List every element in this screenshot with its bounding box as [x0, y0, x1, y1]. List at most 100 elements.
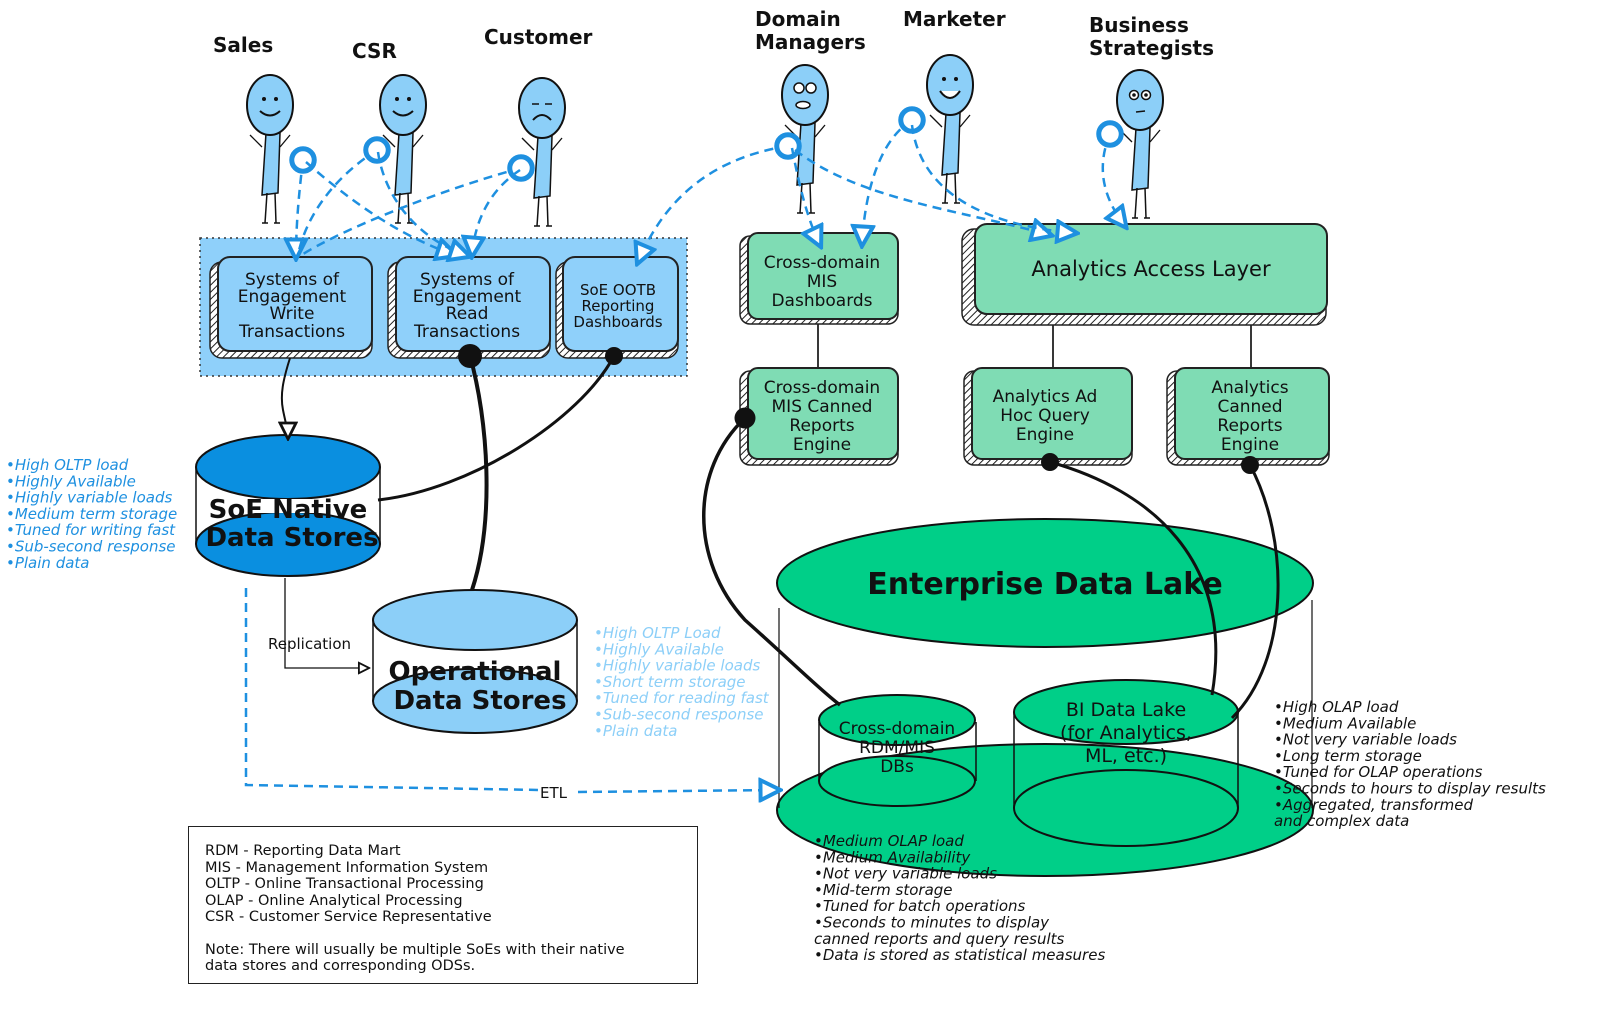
- bi-note-item: •Seconds to hours to display results: [1274, 780, 1546, 798]
- analytics-canned-reports-box[interactable]: Analytics Canned Reports Engine: [1166, 367, 1330, 466]
- soe-write-line-4: Transactions: [238, 322, 345, 342]
- persona-label-business-strategists-1: Business: [1089, 13, 1189, 37]
- soe-native-note-item: •Highly variable loads: [6, 489, 172, 507]
- analytics-canned-line-3: Reports: [1217, 416, 1282, 436]
- analytics-access-layer-label: Analytics Access Layer: [1031, 257, 1271, 281]
- flow-native-to-ootb: [377, 347, 623, 502]
- etl-label: ETL: [540, 784, 568, 802]
- rdm-note-item: •Seconds to minutes to display: [814, 914, 1050, 932]
- soe-write-transactions-box[interactable]: Systems of Engagement Write Transactions: [209, 256, 373, 359]
- bi-note-item: •Not very variable loads: [1274, 731, 1457, 749]
- persona-label-marketer: Marketer: [903, 7, 1006, 31]
- replication-label: Replication: [268, 635, 351, 653]
- ods-note-item: •Plain data: [594, 722, 677, 740]
- soe-native-note-item: •Highly Available: [6, 472, 136, 490]
- bi-note-item: •Long term storage: [1274, 747, 1422, 765]
- bi-note-item: •Aggregated, transformed: [1274, 796, 1473, 814]
- persona-label-domain-managers-1: Domain: [755, 7, 841, 31]
- mis-canned-line-4: Engine: [793, 435, 851, 455]
- soe-native-note-item: •Medium term storage: [6, 505, 177, 523]
- bi-line-2: (for Analytics,: [1060, 722, 1192, 744]
- legend-item: RDM - Reporting Data Mart: [205, 843, 401, 859]
- soe-read-transactions-box[interactable]: Systems of Engagement Read Transactions: [387, 256, 551, 359]
- ods-characteristics: •High OLTP Load•Highly Available•Highly …: [594, 624, 770, 740]
- mis-dashboards-line-1: Cross-domain: [764, 253, 880, 273]
- bi-note-item: •Tuned for OLAP operations: [1274, 763, 1483, 781]
- mis-canned-line-3: Reports: [789, 416, 854, 436]
- rdm-note-item: canned reports and query results: [814, 930, 1065, 948]
- mis-canned-line-2: MIS Canned: [772, 397, 873, 417]
- adhoc-line-3: Engine: [1016, 425, 1074, 445]
- soe-native-line-1: SoE Native: [209, 495, 368, 525]
- soe-read-line-4: Transactions: [413, 322, 520, 342]
- bi-line-3: ML, etc.): [1085, 745, 1167, 767]
- ods-line-1: Operational: [389, 657, 562, 687]
- soe-native-note-item: •Tuned for writing fast: [6, 521, 176, 539]
- operational-data-stores-cylinder[interactable]: Operational Data Stores: [372, 589, 578, 734]
- flow-marketer-to-dashboards: [862, 120, 912, 244]
- soe-native-note-item: •Sub-second response: [6, 538, 176, 556]
- soe-native-data-stores-cylinder[interactable]: SoE Native Data Stores: [195, 434, 381, 577]
- soe-ootb-dashboards-box[interactable]: SoE OOTB Reporting Dashboards: [555, 256, 679, 359]
- legend-item: OLAP - Online Analytical Processing: [205, 892, 463, 909]
- rdm-note-item: •Medium OLAP load: [814, 832, 964, 850]
- flow-domain-to-access: [794, 149, 1050, 235]
- bi-line-1: BI Data Lake: [1066, 699, 1186, 721]
- analytics-canned-line-1: Analytics: [1211, 378, 1288, 398]
- flow-strategists-to-access: [1103, 134, 1125, 226]
- bi-note-item: and complex data: [1274, 812, 1409, 830]
- bi-note-item: •High OLAP load: [1274, 698, 1399, 716]
- soe-native-characteristics: •High OLTP load•Highly Available•Highly …: [6, 456, 177, 572]
- edl-title: Enterprise Data Lake: [867, 567, 1223, 602]
- rdm-note-item: •Not very variable loads: [814, 865, 997, 883]
- bi-data-lake-characteristics: •High OLAP load•Medium Available•Not ver…: [1274, 698, 1546, 830]
- ods-note-item: •Highly variable loads: [594, 657, 760, 675]
- ods-note-item: •Short term storage: [594, 673, 746, 691]
- rdm-note-item: •Tuned for batch operations: [814, 897, 1026, 915]
- ods-line-2: Data Stores: [393, 686, 566, 716]
- soe-ootb-line-3: Dashboards: [573, 313, 662, 331]
- persona-business-strategists-icon: [1116, 69, 1164, 219]
- bi-note-item: •Medium Available: [1274, 714, 1416, 732]
- mis-canned-reports-box[interactable]: Cross-domain MIS Canned Reports Engine: [739, 367, 899, 466]
- persona-customer-icon: [518, 77, 566, 227]
- analytics-access-layer-box[interactable]: Analytics Access Layer: [961, 223, 1328, 326]
- persona-label-sales: Sales: [213, 33, 273, 57]
- mis-dashboards-box[interactable]: Cross-domain MIS Dashboards: [739, 232, 899, 325]
- legend-note-line-1: Note: There will usually be multiple SoE…: [205, 941, 625, 958]
- ods-note-item: •Tuned for reading fast: [594, 689, 770, 707]
- analytics-canned-line-2: Canned: [1217, 397, 1282, 417]
- persona-domain-managers-icon: [781, 64, 829, 214]
- flow-etl-right: [577, 790, 778, 792]
- analytics-canned-line-4: Engine: [1221, 435, 1279, 455]
- legend-item: MIS - Management Information System: [205, 859, 489, 876]
- mis-canned-line-1: Cross-domain: [764, 378, 880, 398]
- soe-native-note-item: •High OLTP load: [6, 456, 129, 474]
- flow-marketer-to-access: [910, 124, 1075, 233]
- rdm-note-item: •Mid-term storage: [814, 881, 953, 899]
- flow-replication: [284, 578, 368, 668]
- adhoc-query-engine-box[interactable]: Analytics Ad Hoc Query Engine: [963, 367, 1133, 466]
- mis-dashboards-line-3: Dashboards: [771, 291, 872, 311]
- rdm-line-3: DBs: [880, 757, 914, 777]
- persona-label-csr: CSR: [352, 39, 397, 63]
- persona-marketer-icon: [926, 54, 974, 204]
- soe-write-line-3: Write: [270, 304, 315, 324]
- soe-native-line-2: Data Stores: [205, 523, 378, 553]
- legend-item: OLTP - Online Transactional Processing: [205, 876, 484, 892]
- persona-label-domain-managers-2: Managers: [755, 30, 866, 54]
- ods-note-item: •Sub-second response: [594, 706, 764, 724]
- mis-dashboards-line-2: MIS: [807, 272, 837, 292]
- adhoc-line-1: Analytics Ad: [993, 387, 1098, 407]
- ods-note-item: •Highly Available: [594, 640, 724, 658]
- soe-native-note-item: •Plain data: [6, 554, 89, 572]
- soe-read-line-3: Read: [446, 304, 489, 324]
- ods-note-item: •High OLTP Load: [594, 624, 721, 642]
- persona-label-customer: Customer: [484, 25, 593, 49]
- rdm-line-1: Cross-domain: [839, 719, 955, 739]
- persona-sales-icon: [246, 74, 294, 224]
- adhoc-line-2: Hoc Query: [1000, 406, 1090, 426]
- rdm-line-2: RDM/MIS: [859, 738, 935, 758]
- legend-note-line-2: data stores and corresponding ODSs.: [205, 958, 476, 974]
- rdm-note-item: •Data is stored as statistical measures: [814, 946, 1105, 964]
